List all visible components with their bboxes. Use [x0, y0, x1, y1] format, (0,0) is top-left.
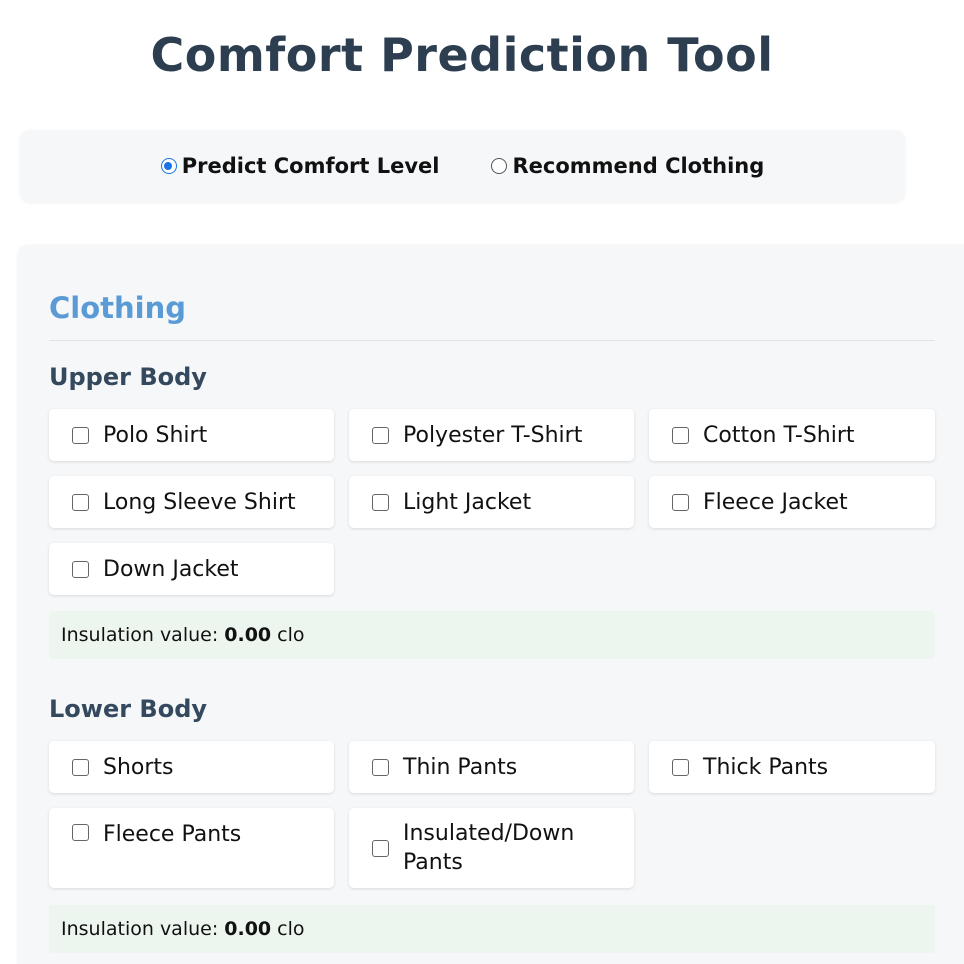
cotton-t-shirt-checkbox[interactable]	[672, 426, 689, 444]
lower-body-insulation: Insulation value: 0.00 clo	[49, 905, 935, 953]
insulation-unit: clo	[277, 918, 305, 940]
option-label: Thick Pants	[703, 754, 829, 780]
fleece-jacket-checkbox[interactable]	[672, 493, 689, 511]
polyester-t-shirt-checkbox[interactable]	[372, 426, 389, 444]
page-title: Comfort Prediction Tool	[150, 28, 774, 82]
recommend-clothing-radio[interactable]	[491, 158, 508, 174]
upper-body-title: Upper Body	[49, 363, 207, 391]
insulation-value: 0.00	[224, 624, 272, 646]
option-down-jacket[interactable]: Down Jacket	[49, 543, 334, 595]
light-jacket-checkbox[interactable]	[372, 493, 389, 511]
insulation-prefix: Insulation value:	[61, 624, 219, 646]
down-jacket-checkbox[interactable]	[72, 560, 89, 578]
option-label: Fleece Pants	[103, 822, 242, 847]
lower-body-options: Shorts Thin Pants Thick Pants Fleece Pan…	[49, 741, 935, 888]
option-label: Down Jacket	[103, 556, 239, 582]
option-cotton-t-shirt[interactable]: Cotton T-Shirt	[649, 409, 935, 461]
option-label: Cotton T-Shirt	[703, 422, 855, 448]
option-label: Shorts	[103, 754, 174, 780]
polo-shirt-checkbox[interactable]	[72, 426, 89, 444]
mode-option-label: Recommend Clothing	[512, 154, 765, 178]
option-light-jacket[interactable]: Light Jacket	[349, 476, 634, 528]
option-label: Thin Pants	[403, 754, 518, 780]
mode-option-predict-comfort[interactable]: Predict Comfort Level	[160, 154, 440, 178]
option-polo-shirt[interactable]: Polo Shirt	[49, 409, 334, 461]
lower-body-title: Lower Body	[49, 695, 208, 723]
option-shorts[interactable]: Shorts	[49, 741, 334, 793]
thin-pants-checkbox[interactable]	[372, 758, 389, 776]
upper-body-options: Polo Shirt Polyester T-Shirt Cotton T-Sh…	[49, 409, 935, 595]
predict-comfort-radio[interactable]	[160, 158, 177, 174]
option-label: Long Sleeve Shirt	[103, 489, 296, 515]
insulation-unit: clo	[277, 624, 305, 646]
option-label: Polo Shirt	[103, 422, 208, 448]
option-thin-pants[interactable]: Thin Pants	[349, 741, 634, 793]
thick-pants-checkbox[interactable]	[672, 758, 689, 776]
option-label: Insulated/Down Pants	[403, 821, 575, 875]
option-long-sleeve-shirt[interactable]: Long Sleeve Shirt	[49, 476, 334, 528]
long-sleeve-shirt-checkbox[interactable]	[72, 493, 89, 511]
page: Comfort Prediction Tool Predict Comfort …	[0, 0, 964, 964]
insulation-prefix: Insulation value:	[61, 918, 219, 940]
clothing-section: Clothing Upper Body Polo Shirt Polyester…	[18, 245, 964, 964]
option-thick-pants[interactable]: Thick Pants	[649, 741, 935, 793]
upper-body-insulation: Insulation value: 0.00 clo	[49, 611, 935, 659]
option-label: Light Jacket	[403, 489, 532, 515]
shorts-checkbox[interactable]	[72, 758, 89, 776]
section-divider	[49, 340, 935, 341]
option-insulated-down-pants[interactable]: Insulated/Down Pants	[349, 808, 634, 888]
mode-option-label: Predict Comfort Level	[181, 154, 440, 178]
mode-selector: Predict Comfort Level Recommend Clothing	[20, 130, 905, 202]
option-polyester-t-shirt[interactable]: Polyester T-Shirt	[349, 409, 634, 461]
option-fleece-pants[interactable]: Fleece Pants	[49, 808, 334, 888]
insulated-down-pants-checkbox[interactable]	[372, 839, 389, 857]
option-fleece-jacket[interactable]: Fleece Jacket	[649, 476, 935, 528]
option-label: Polyester T-Shirt	[403, 422, 583, 448]
option-label: Fleece Jacket	[703, 489, 848, 515]
section-title: Clothing	[49, 291, 186, 325]
mode-option-recommend-clothing[interactable]: Recommend Clothing	[491, 154, 764, 178]
fleece-pants-checkbox[interactable]	[72, 824, 89, 841]
insulation-value: 0.00	[224, 918, 272, 940]
